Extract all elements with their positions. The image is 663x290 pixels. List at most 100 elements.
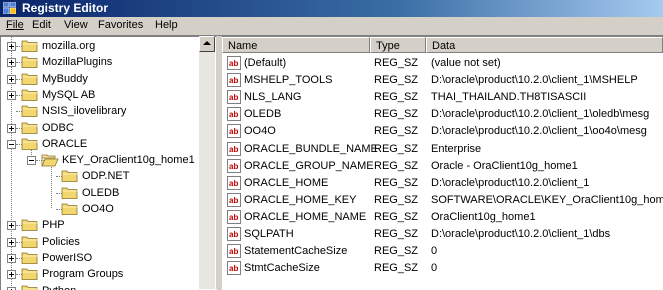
column-header-type-label: Type <box>376 40 400 52</box>
value-type: REG_SZ <box>374 160 419 172</box>
column-header-name[interactable]: Name <box>222 37 370 53</box>
expand-plus-icon[interactable] <box>7 42 16 51</box>
value-row[interactable]: ab ORACLE_HOME_KEY REG_SZ SOFTWARE\ORACLE\K… <box>222 192 663 208</box>
value-type: REG_SZ <box>374 194 419 206</box>
value-row[interactable]: ab (Default) REG_SZ (value not set) <box>222 55 663 71</box>
key-tree-pane[interactable]: mozilla.org MozillaPlugins MyBuddy MySQL AB… <box>0 36 217 290</box>
expand-plus-icon[interactable] <box>7 58 16 67</box>
expand-plus-icon[interactable] <box>7 238 16 247</box>
svg-text:ab: ab <box>229 179 238 188</box>
string-value-icon: ab <box>227 124 241 138</box>
value-row[interactable]: ab MSHELP_TOOLS REG_SZ D:\oracle\product\10… <box>222 72 663 88</box>
menu-edit-label: Edit <box>32 19 51 31</box>
folder-icon <box>21 236 38 248</box>
value-name: (Default) <box>244 57 287 69</box>
value-row[interactable]: ab ORACLE_GROUP_NAME REG_SZ Oracle - OraCli… <box>222 158 663 174</box>
value-row[interactable]: ab SQLPATH REG_SZ D:\oracle\product\10.2.0\… <box>222 226 663 242</box>
svg-text:ab: ab <box>229 213 238 222</box>
folder-icon <box>21 89 38 101</box>
value-name: ORACLE_HOME_KEY <box>244 194 357 206</box>
value-data: 0 <box>431 245 438 257</box>
folder-icon <box>21 40 38 52</box>
string-value-icon: ab <box>227 159 241 173</box>
svg-text:ab: ab <box>229 196 238 205</box>
folder-icon <box>21 73 38 85</box>
window-title: Registry Editor <box>22 1 109 15</box>
collapse-minus-icon[interactable] <box>7 140 16 149</box>
string-value-icon: ab <box>227 56 241 70</box>
string-value-icon: ab <box>227 107 241 121</box>
tree-node[interactable]: ORACLE <box>1 136 200 152</box>
menu-bar: File Edit View Favorites Help <box>0 17 663 36</box>
value-name: ORACLE_HOME_NAME <box>244 211 367 223</box>
value-type: REG_SZ <box>374 211 419 223</box>
values-list-pane[interactable]: Name Type Data ab (Default) REG_SZ (value n… <box>222 36 663 290</box>
value-row[interactable]: ab OO4O REG_SZ D:\oracle\product\10.2.0\cli… <box>222 123 663 139</box>
expand-plus-icon[interactable] <box>7 124 16 133</box>
menu-view[interactable]: View <box>62 18 90 33</box>
svg-text:ab: ab <box>229 93 238 102</box>
expand-plus-icon[interactable] <box>7 75 16 84</box>
tree-node[interactable]: Policies <box>1 234 200 250</box>
tree-node[interactable]: NSIS_ilovelibrary <box>1 103 200 119</box>
tree-node[interactable]: MySQL AB <box>1 87 200 103</box>
tree-node-label: OLEDB <box>82 187 120 199</box>
value-row[interactable]: ab StatementCacheSize REG_SZ 0 <box>222 243 663 259</box>
expand-plus-icon[interactable] <box>7 270 16 279</box>
tree-node[interactable]: OO4O <box>1 201 200 217</box>
value-name: OLEDB <box>244 108 282 120</box>
column-header-type[interactable]: Type <box>370 37 426 53</box>
value-name: ORACLE_HOME <box>244 177 329 189</box>
value-name: ORACLE_BUNDLE_NAME <box>244 143 378 155</box>
expand-plus-icon[interactable] <box>7 91 16 100</box>
svg-text:ab: ab <box>229 110 238 119</box>
tree-node[interactable]: PHP <box>1 217 200 233</box>
value-row[interactable]: ab ORACLE_HOME_NAME REG_SZ OraClient10g_hom… <box>222 209 663 225</box>
value-data: Oracle - OraClient10g_home1 <box>431 160 578 172</box>
scroll-up-button[interactable] <box>199 36 215 52</box>
tree-node[interactable]: OLEDB <box>1 185 200 201</box>
menu-favorites-label: Favorites <box>98 19 144 31</box>
tree-node[interactable]: PowerISO <box>1 250 200 266</box>
menu-help-label: Help <box>155 19 178 31</box>
tree-node[interactable]: mozilla.org <box>1 38 200 54</box>
string-value-icon: ab <box>227 90 241 104</box>
value-row[interactable]: ab ORACLE_HOME REG_SZ D:\oracle\product\10.… <box>222 175 663 191</box>
tree-node[interactable]: Program Groups <box>1 266 200 282</box>
folder-icon <box>21 105 38 117</box>
tree-node[interactable]: ODP.NET <box>1 168 200 184</box>
value-data: (value not set) <box>431 57 501 69</box>
tree-node[interactable]: MyBuddy <box>1 71 200 87</box>
tree-node[interactable]: ODBC <box>1 120 200 136</box>
value-row[interactable]: ab StmtCacheSize REG_SZ 0 <box>222 260 663 276</box>
column-header-name-label: Name <box>228 40 258 52</box>
svg-text:ab: ab <box>229 145 238 154</box>
expand-plus-icon[interactable] <box>7 254 16 263</box>
menu-favorites[interactable]: Favorites <box>96 18 145 33</box>
value-type: REG_SZ <box>374 91 419 103</box>
value-data: OraClient10g_home1 <box>431 211 536 223</box>
value-data: D:\oracle\product\10.2.0\client_1\dbs <box>431 228 611 240</box>
value-data: THAI_THAILAND.TH8TISASCII <box>431 91 587 103</box>
menu-help[interactable]: Help <box>153 18 180 33</box>
value-row[interactable]: ab OLEDB REG_SZ D:\oracle\product\10.2.0\cl… <box>222 106 663 122</box>
folder-icon <box>21 268 38 280</box>
value-type: REG_SZ <box>374 108 419 120</box>
value-name: ORACLE_GROUP_NAME <box>244 160 374 172</box>
tree-node[interactable]: KEY_OraClient10g_home1 <box>1 152 200 168</box>
value-data: SOFTWARE\ORACLE\KEY_OraClient10g_home1 <box>431 194 663 206</box>
value-row[interactable]: ab ORACLE_BUNDLE_NAME REG_SZ Enterprise <box>222 141 663 157</box>
value-row[interactable]: ab NLS_LANG REG_SZ THAI_THAILAND.TH8TISASCI… <box>222 89 663 105</box>
value-type: REG_SZ <box>374 125 419 137</box>
menu-edit[interactable]: Edit <box>30 18 53 33</box>
expand-plus-icon[interactable] <box>7 221 16 230</box>
string-value-icon: ab <box>227 193 241 207</box>
value-data: D:\oracle\product\10.2.0\client_1\oo4o\m… <box>431 125 647 137</box>
tree-node[interactable]: MozillaPlugins <box>1 54 200 70</box>
string-value-icon: ab <box>227 261 241 275</box>
column-header-data[interactable]: Data <box>426 37 663 53</box>
collapse-minus-icon[interactable] <box>27 156 36 165</box>
folder-icon <box>21 56 38 68</box>
menu-file[interactable]: File <box>4 18 26 33</box>
tree-vertical-scrollbar[interactable] <box>199 36 215 289</box>
